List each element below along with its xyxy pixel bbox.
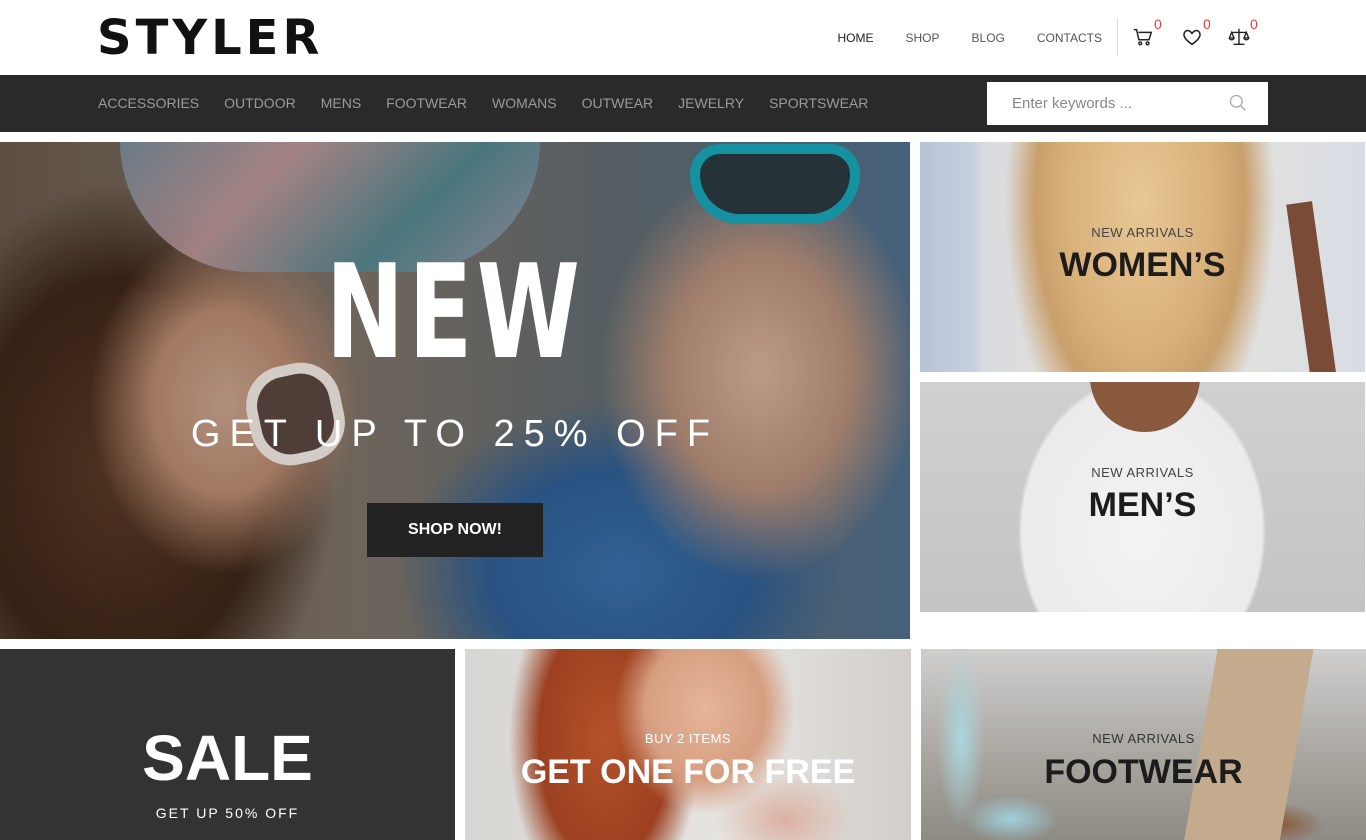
men-tile-label: NEW ARRIVALS (1091, 465, 1194, 480)
footwear-tile-label: NEW ARRIVALS (1092, 731, 1195, 746)
search-box (987, 82, 1268, 125)
sale-tile-title: SALE (142, 722, 313, 794)
footwear-tile[interactable]: NEW ARRIVALS FOOTWEAR (921, 649, 1366, 840)
free-item-tile-title: GET ONE FOR FREE (520, 753, 856, 791)
free-item-tile-label: BUY 2 ITEMS (644, 731, 732, 746)
cart-icon (1132, 28, 1154, 52)
free-item-tile[interactable]: BUY 2 ITEMS GET ONE FOR FREE (465, 649, 911, 840)
category-footwear[interactable]: FOOTWEAR (386, 95, 467, 111)
footwear-tile-title: FOOTWEAR (1044, 753, 1243, 791)
men-tile-title: MEN’S (1088, 486, 1197, 524)
sale-tile-label: GET UP 50% OFF (155, 805, 300, 821)
sale-tile[interactable]: SALE GET UP 50% OFF (0, 649, 455, 840)
category-jewelry[interactable]: JEWELRY (678, 95, 744, 111)
women-tile-title: WOMEN’S (1059, 246, 1226, 284)
hero-subtitle: GET UP TO 25% OFF (190, 413, 720, 455)
category-accessories[interactable]: ACCESSORIES (98, 95, 199, 111)
cart-button[interactable]: 0 (1132, 16, 1162, 52)
category-womans[interactable]: WOMANS (492, 95, 557, 111)
nav-home[interactable]: HOME (838, 30, 874, 46)
men-tile[interactable]: NEW ARRIVALS MEN’S (920, 382, 1365, 612)
hero-title: NEW (325, 236, 585, 388)
nav-contacts[interactable]: CONTACTS (1037, 30, 1102, 46)
women-tile[interactable]: NEW ARRIVALS WOMEN’S (920, 142, 1365, 372)
scales-icon (1228, 28, 1250, 52)
nav-shop[interactable]: SHOP (906, 30, 940, 46)
category-outdoor[interactable]: OUTDOOR (224, 95, 296, 111)
hero-banner[interactable]: NEW GET UP TO 25% OFF SHOP NOW! (0, 142, 910, 639)
search-input[interactable] (987, 82, 1227, 125)
category-nav: ACCESSORIES OUTDOOR MENS FOOTWEAR WOMANS… (98, 95, 893, 111)
main-nav: HOME SHOP BLOG CONTACTS (806, 30, 1102, 46)
compare-count-badge: 0 (1250, 16, 1258, 32)
search-icon[interactable] (1228, 93, 1248, 113)
category-bar: ACCESSORIES OUTDOOR MENS FOOTWEAR WOMANS… (0, 75, 1366, 132)
shop-now-button[interactable]: SHOP NOW! (367, 503, 543, 557)
category-sportswear[interactable]: SPORTSWEAR (769, 95, 868, 111)
site-header: STYLER HOME SHOP BLOG CONTACTS 0 0 0 (0, 0, 1366, 75)
wishlist-button[interactable]: 0 (1181, 16, 1211, 52)
nav-blog[interactable]: BLOG (972, 30, 1005, 46)
category-mens[interactable]: MENS (321, 95, 361, 111)
heart-icon (1181, 29, 1203, 52)
cart-count-badge: 0 (1154, 16, 1162, 32)
nav-divider (1117, 18, 1118, 56)
site-logo[interactable]: STYLER (97, 10, 323, 66)
women-tile-label: NEW ARRIVALS (1091, 225, 1194, 240)
wishlist-count-badge: 0 (1203, 16, 1211, 32)
category-outwear[interactable]: OUTWEAR (582, 95, 654, 111)
compare-button[interactable]: 0 (1228, 16, 1258, 52)
